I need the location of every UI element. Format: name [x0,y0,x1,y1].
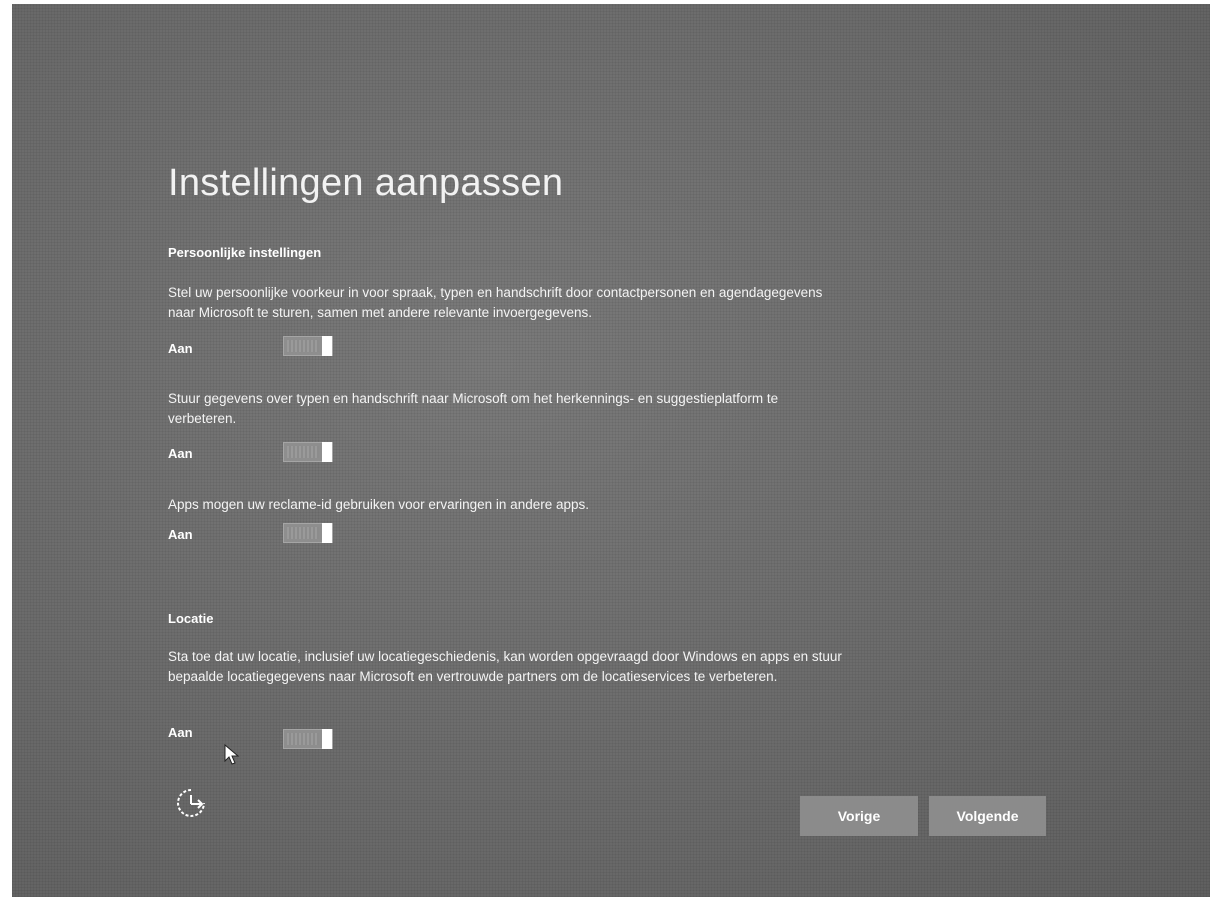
page-title: Instellingen aanpassen [168,162,564,204]
next-button[interactable]: Volgende [929,796,1046,836]
toggle-track [287,527,319,539]
back-button[interactable]: Vorige [800,796,918,836]
toggle-location[interactable] [283,729,333,749]
toggle-thumb[interactable] [322,729,332,749]
toggle-track [287,446,319,458]
setting-description-personalization: Stel uw persoonlijke voorkeur in voor sp… [168,285,823,320]
section-heading-location: Locatie [168,611,214,626]
toggle-thumb[interactable] [322,523,332,543]
mouse-cursor-icon [224,744,240,765]
toggle-track [287,733,319,745]
toggle-thumb[interactable] [322,336,332,356]
toggle-typing-data[interactable] [283,442,333,462]
setting-description-advertising-id: Apps mogen uw reclame-id gebruiken voor … [168,497,589,512]
toggle-thumb[interactable] [322,442,332,462]
toggle-state-label-typing-data: Aan [168,446,193,461]
ease-of-access-icon[interactable] [174,786,208,820]
toggle-personalization[interactable] [283,336,333,356]
toggle-state-label-personalization: Aan [168,341,193,356]
setting-description-location: Sta toe dat uw locatie, inclusief uw loc… [168,649,842,684]
section-heading-personal: Persoonlijke instellingen [168,245,322,260]
toggle-track [287,340,319,352]
setting-description-typing-data: Stuur gegevens over typen en handschrift… [168,391,779,426]
toggle-state-label-location: Aan [168,725,193,740]
toggle-advertising-id[interactable] [283,523,333,543]
toggle-state-label-advertising-id: Aan [168,527,193,542]
setup-screen: Instellingen aanpassen Persoonlijke inst… [12,4,1210,897]
